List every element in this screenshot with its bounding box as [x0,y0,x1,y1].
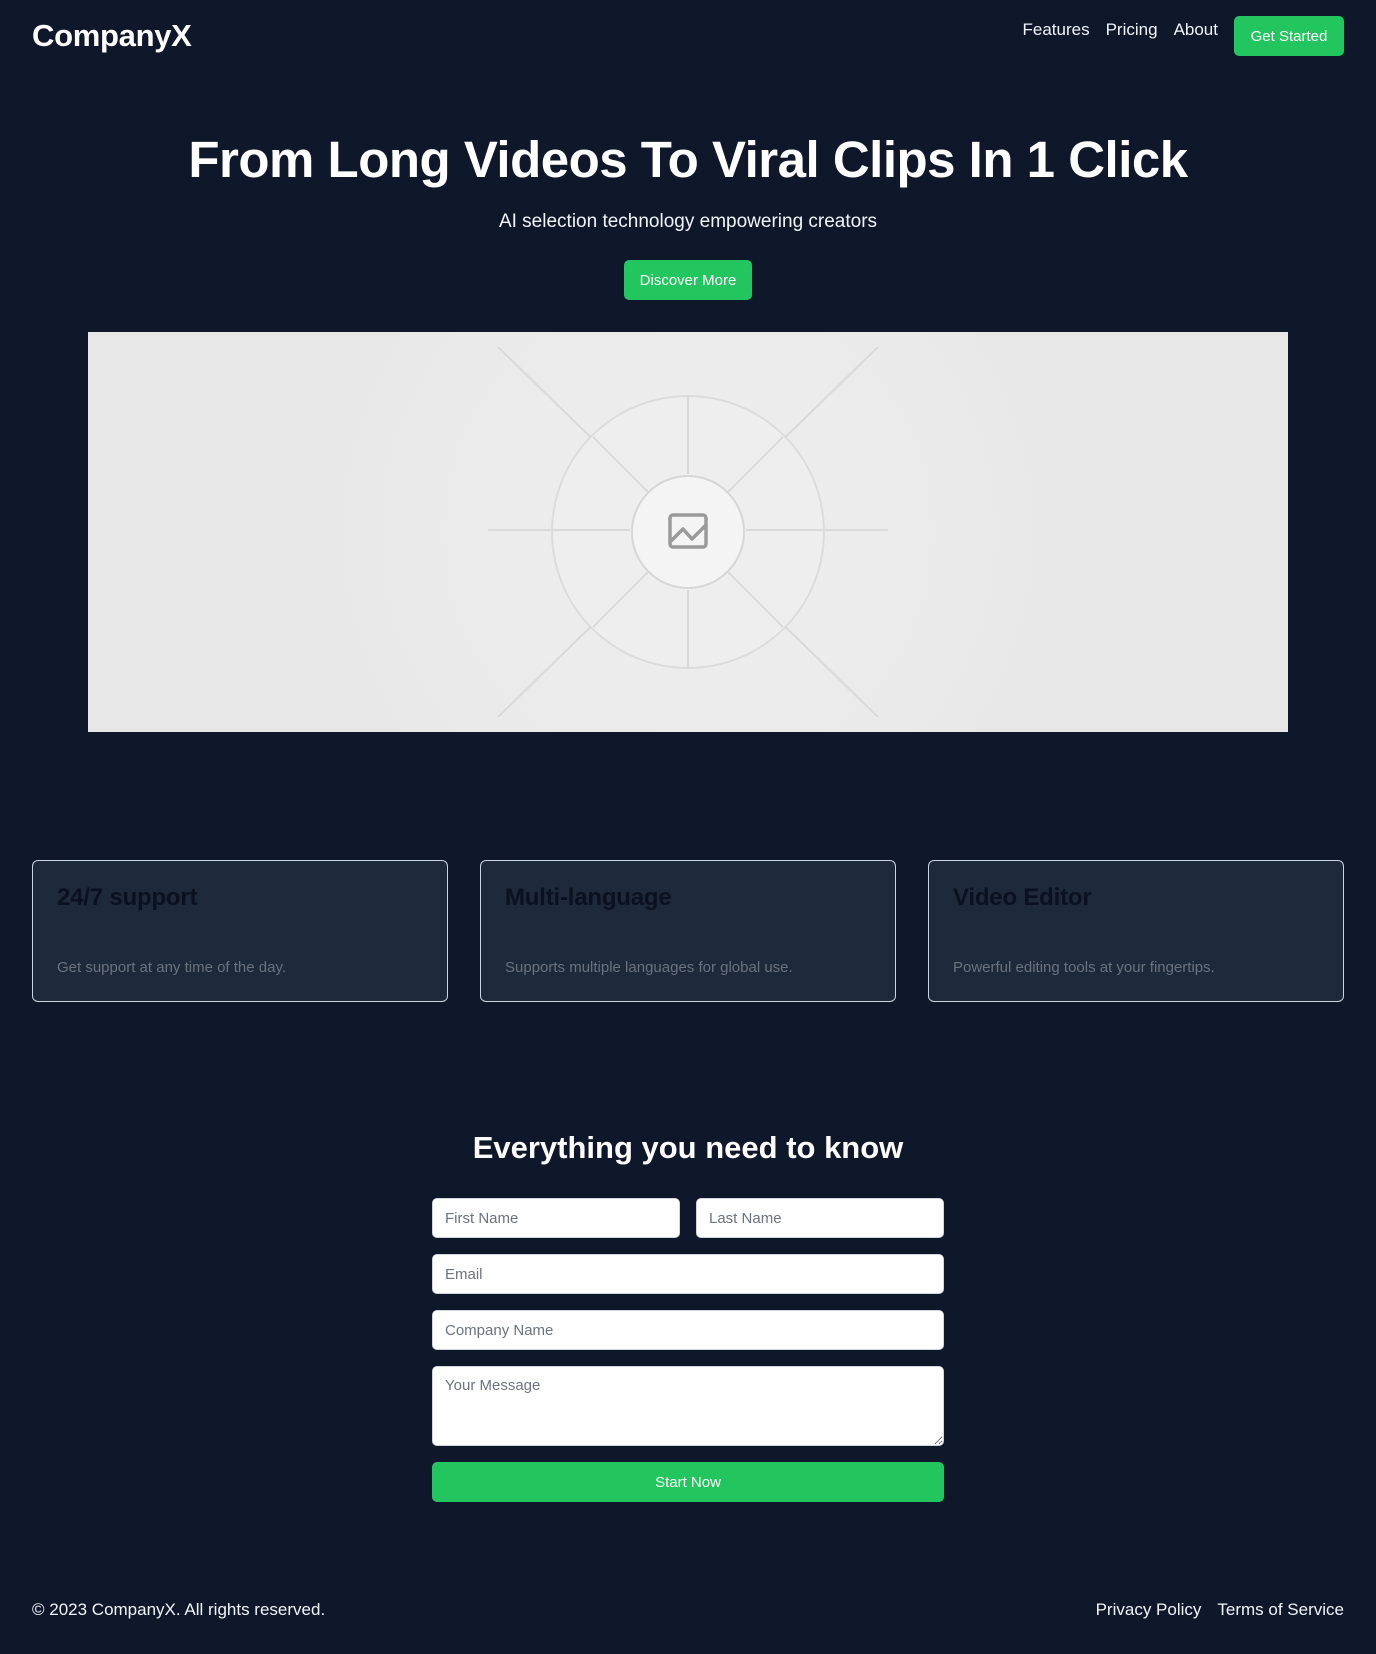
email-field[interactable] [432,1254,944,1294]
nav-link-about[interactable]: About [1174,20,1218,40]
landing-page: CompanyX Features Pricing About Get Star… [0,0,1376,1654]
hero-image-placeholder [88,332,1288,732]
feature-card: 24/7 support Get support at any time of … [32,860,448,1002]
feature-title: Multi-language [505,884,672,911]
get-started-button[interactable]: Get Started [1234,16,1344,56]
footer-links: Privacy Policy Terms of Service [1080,1600,1344,1620]
first-name-field[interactable] [432,1198,680,1238]
copyright-text: © 2023 CompanyX. All rights reserved. [32,1600,326,1619]
feature-card: Video Editor Powerful editing tools at y… [928,860,1344,1002]
contact-title: Everything you need to know [472,1130,904,1165]
site-footer: © 2023 CompanyX. All rights reserved. Pr… [32,1598,1344,1622]
site-header: CompanyX Features Pricing About Get Star… [32,14,1344,58]
nav-link-pricing[interactable]: Pricing [1106,20,1158,40]
message-field[interactable] [432,1366,944,1446]
feature-card: Multi-language Supports multiple languag… [480,860,896,1002]
hero-title: From Long Videos To Viral Clips In 1 Cli… [188,131,1188,188]
nav-link-features[interactable]: Features [1023,20,1090,40]
company-name-field[interactable] [432,1310,944,1350]
hero-subtitle: AI selection technology empowering creat… [498,211,878,232]
start-now-button[interactable]: Start Now [432,1462,944,1502]
discover-more-button[interactable]: Discover More [624,260,752,300]
last-name-field[interactable] [696,1198,944,1238]
feature-description: Supports multiple languages for global u… [505,959,793,976]
logo[interactable]: CompanyX [32,18,192,54]
privacy-policy-link[interactable]: Privacy Policy [1096,1600,1202,1620]
feature-title: Video Editor [953,884,1092,911]
feature-title: 24/7 support [57,884,198,911]
feature-description: Powerful editing tools at your fingertip… [953,959,1215,976]
features-section: 24/7 support Get support at any time of … [32,860,1344,1002]
terms-of-service-link[interactable]: Terms of Service [1217,1600,1344,1620]
feature-description: Get support at any time of the day. [57,959,287,976]
main-nav: Features Pricing About Get Started [1023,16,1344,56]
placeholder-graphic [88,332,1288,732]
